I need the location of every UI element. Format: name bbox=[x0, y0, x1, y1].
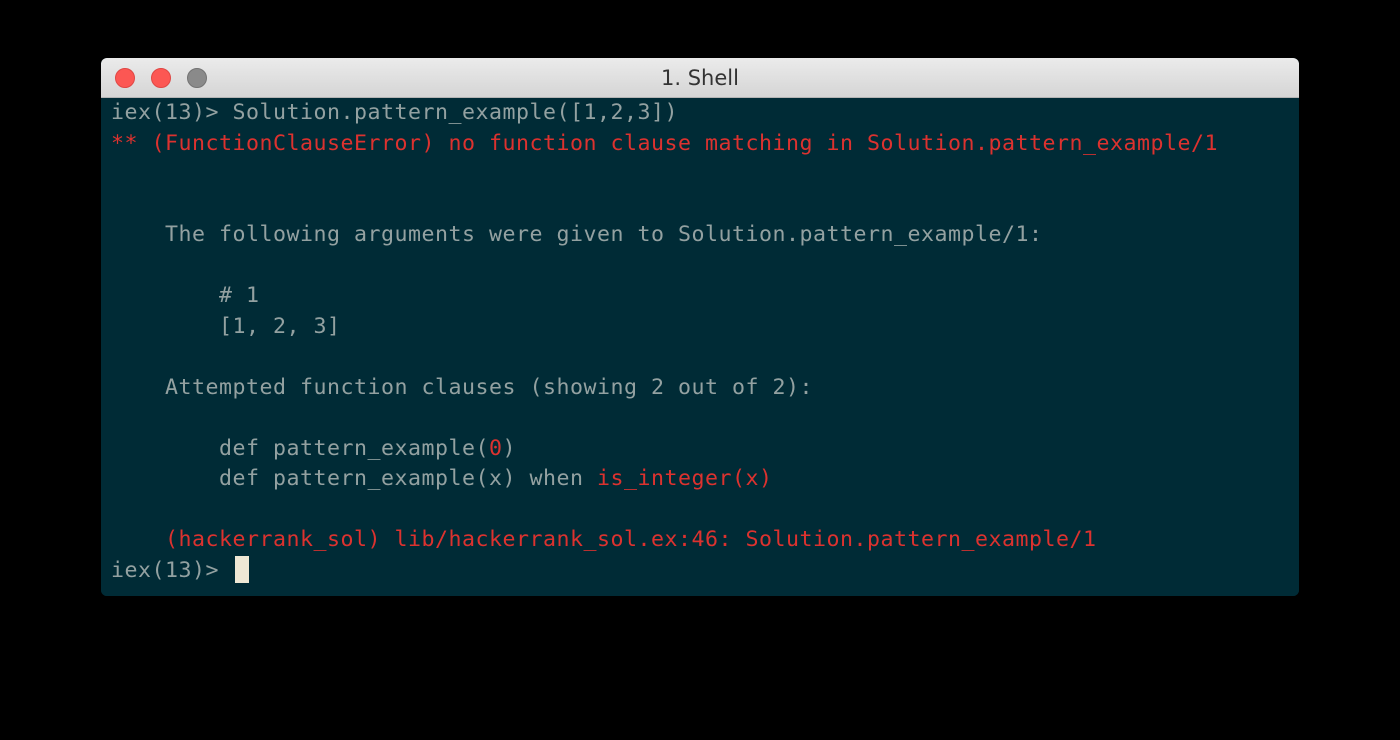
window-title: 1. Shell bbox=[661, 66, 739, 90]
clause-1-mismatch: 0 bbox=[489, 435, 503, 461]
next-prompt: iex(13)> bbox=[111, 557, 233, 583]
clause-2: def pattern_example(x) when is_integer(x… bbox=[111, 464, 1299, 495]
clause-1: def pattern_example(0) bbox=[111, 434, 1299, 465]
prompt: iex(13)> bbox=[111, 100, 233, 125]
input-line[interactable]: iex(13)> bbox=[111, 555, 1299, 587]
clause-1-prefix: def pattern_example( bbox=[111, 435, 490, 461]
command-line: iex(13)> Solution.pattern_example([1,2,3… bbox=[111, 98, 1299, 129]
clause-2-prefix: def pattern_example(x) when bbox=[111, 466, 598, 491]
title-bar[interactable]: 1. Shell bbox=[101, 58, 1299, 98]
arg-value: [1, 2, 3] bbox=[111, 313, 341, 339]
stacktrace-line: (hackerrank_sol) lib/hackerrank_sol.ex:4… bbox=[111, 527, 1097, 552]
arg-comment: # 1 bbox=[111, 283, 260, 308]
terminal-output[interactable]: iex(13)> Solution.pattern_example([1,2,3… bbox=[101, 98, 1299, 596]
clause-1-suffix: ) bbox=[502, 435, 517, 461]
terminal-window: 1. Shell iex(13)> Solution.pattern_examp… bbox=[101, 58, 1299, 596]
error-header: ** (FunctionClauseError) no function cla… bbox=[111, 130, 1219, 156]
clause-2-mismatch: is_integer(x) bbox=[597, 466, 773, 491]
args-intro: The following arguments were given to So… bbox=[111, 222, 1043, 247]
clauses-intro: Attempted function clauses (showing 2 ou… bbox=[111, 374, 814, 400]
command-text: Solution.pattern_example([1,2,3]) bbox=[232, 100, 679, 125]
text-cursor bbox=[234, 555, 249, 583]
